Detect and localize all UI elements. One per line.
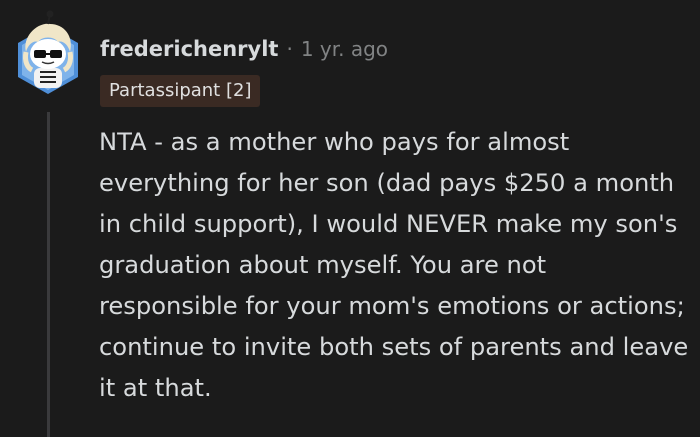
comment: frederichenrylt · 1 yr. ago Partassipant… [0, 0, 700, 437]
author-name[interactable]: frederichenrylt [100, 37, 278, 61]
comment-header: frederichenrylt · 1 yr. ago [100, 34, 388, 64]
avatar[interactable] [12, 10, 84, 96]
comment-timestamp[interactable]: 1 yr. ago [301, 37, 388, 61]
thread-line[interactable] [47, 112, 50, 437]
user-flair: Partassipant [2] [100, 75, 261, 107]
snoo-avatar-icon [18, 10, 78, 94]
comment-body: NTA - as a mother who pays for almost ev… [99, 128, 689, 402]
meta-separator: · [286, 37, 293, 61]
